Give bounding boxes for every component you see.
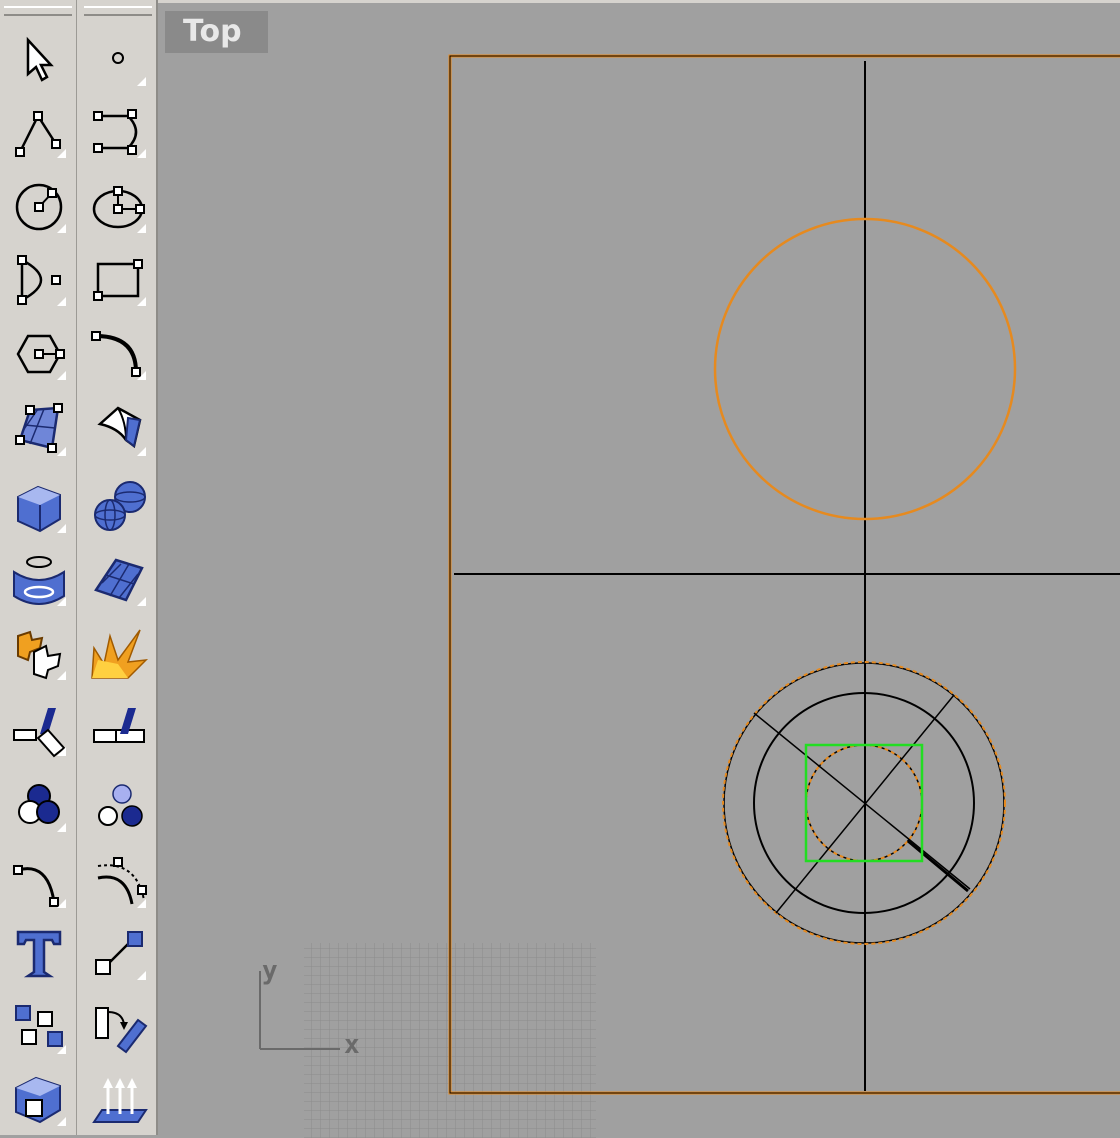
flyout-indicator-icon xyxy=(57,899,66,908)
select-arrow-icon[interactable] xyxy=(8,28,70,92)
render-icon[interactable] xyxy=(8,774,70,838)
offset-curve-icon[interactable] xyxy=(88,850,150,914)
arc-icon[interactable] xyxy=(8,248,70,312)
boolean-tools-icon[interactable] xyxy=(8,622,70,686)
curve-fillet-icon[interactable] xyxy=(8,850,70,914)
y-axis-label: y xyxy=(262,956,278,986)
top-viewport[interactable]: y x Top xyxy=(158,0,1120,1138)
patch-surface-icon[interactable] xyxy=(88,548,150,612)
point-icon[interactable] xyxy=(88,28,150,92)
group-icon[interactable] xyxy=(8,996,70,1060)
rectangle-icon[interactable] xyxy=(88,248,150,312)
left-toolbar xyxy=(0,0,158,1135)
circle-center-radius-icon[interactable] xyxy=(8,175,70,239)
flyout-indicator-icon xyxy=(57,1117,66,1126)
flyout-indicator-icon xyxy=(57,224,66,233)
toolbar-grip[interactable] xyxy=(84,6,152,16)
flyout-indicator-icon xyxy=(57,823,66,832)
flyout-indicator-icon xyxy=(137,297,146,306)
curve-from-points-icon[interactable] xyxy=(88,100,150,164)
dimension-icon[interactable] xyxy=(8,698,70,762)
curve-tools-icon[interactable] xyxy=(88,322,150,386)
flyout-indicator-icon xyxy=(57,1045,66,1054)
flyout-indicator-icon xyxy=(137,224,146,233)
polygon-icon[interactable] xyxy=(8,322,70,386)
flyout-indicator-icon xyxy=(137,597,146,606)
move-rotate-icon[interactable] xyxy=(88,996,150,1060)
x-axis-label: x xyxy=(344,1030,360,1060)
transform-icon[interactable] xyxy=(8,1068,70,1132)
flyout-indicator-icon xyxy=(57,149,66,158)
flyout-indicator-icon xyxy=(57,747,66,756)
diagonal-line-1[interactable] xyxy=(753,712,971,890)
line-icon[interactable] xyxy=(88,922,150,986)
flyout-indicator-icon xyxy=(137,899,146,908)
flyout-indicator-icon xyxy=(137,77,146,86)
viewport-title-tab[interactable]: Top xyxy=(165,11,268,53)
polyline-icon[interactable] xyxy=(8,100,70,164)
viewport-canvas[interactable]: y x xyxy=(158,3,1120,1138)
toolbar-column-1 xyxy=(0,0,77,1135)
flyout-indicator-icon xyxy=(57,524,66,533)
extrude-icon[interactable] xyxy=(88,1068,150,1132)
text-icon[interactable] xyxy=(8,922,70,986)
flyout-indicator-icon xyxy=(57,297,66,306)
surface-tools-icon[interactable] xyxy=(88,398,150,462)
flyout-indicator-icon xyxy=(57,447,66,456)
toolbar-column-2 xyxy=(80,0,156,1135)
osnap-icon[interactable] xyxy=(88,698,150,762)
flyout-indicator-icon xyxy=(57,371,66,380)
ellipse-icon[interactable] xyxy=(88,175,150,239)
flyout-indicator-icon xyxy=(137,971,146,980)
surface-from-points-icon[interactable] xyxy=(8,398,70,462)
flyout-indicator-icon xyxy=(137,149,146,158)
cylinder-icon[interactable] xyxy=(8,548,70,612)
sphere-icon[interactable] xyxy=(88,475,150,539)
box-solid-icon[interactable] xyxy=(8,475,70,539)
flyout-indicator-icon xyxy=(57,597,66,606)
flyout-indicator-icon xyxy=(137,447,146,456)
toolbar-grip[interactable] xyxy=(4,6,72,16)
lights-icon[interactable] xyxy=(88,774,150,838)
explode-icon[interactable] xyxy=(88,622,150,686)
flyout-indicator-icon xyxy=(57,671,66,680)
flyout-indicator-icon xyxy=(137,371,146,380)
